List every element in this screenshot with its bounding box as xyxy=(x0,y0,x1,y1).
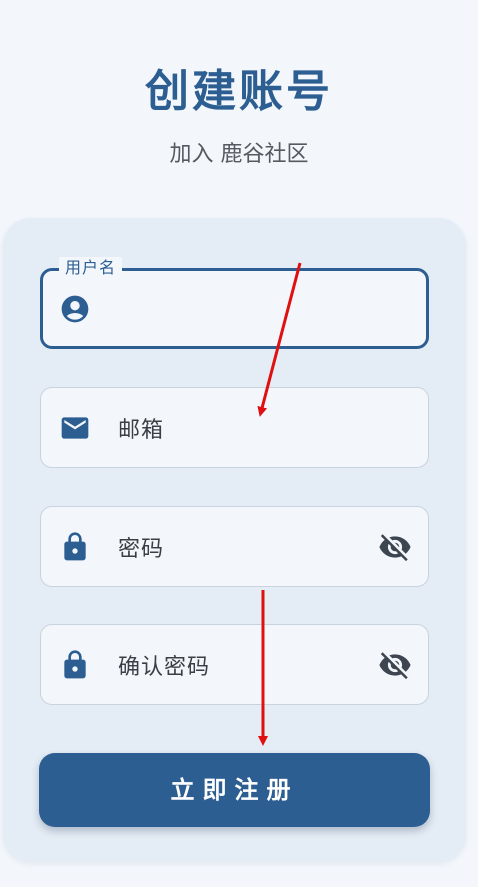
eye-off-icon[interactable] xyxy=(378,648,412,682)
username-field[interactable]: 用户名 xyxy=(40,257,429,349)
eye-off-icon[interactable] xyxy=(378,530,412,564)
page-title: 创建账号 xyxy=(145,66,333,117)
username-label: 用户名 xyxy=(59,257,123,279)
mail-icon xyxy=(61,416,89,439)
account-circle-icon xyxy=(61,295,89,322)
confirm-password-placeholder: 确认密码 xyxy=(118,654,211,680)
confirm-password-field[interactable]: 确认密码 xyxy=(40,624,429,705)
register-button[interactable]: 立即注册 xyxy=(39,753,430,827)
password-field[interactable]: 密码 xyxy=(40,506,429,587)
password-placeholder: 密码 xyxy=(118,536,165,562)
email-placeholder: 邮箱 xyxy=(118,417,165,443)
page-subtitle: 加入 鹿谷社区 xyxy=(169,142,309,167)
lock-icon xyxy=(64,649,86,678)
lock-icon xyxy=(64,531,86,560)
email-field[interactable]: 邮箱 xyxy=(40,387,429,468)
